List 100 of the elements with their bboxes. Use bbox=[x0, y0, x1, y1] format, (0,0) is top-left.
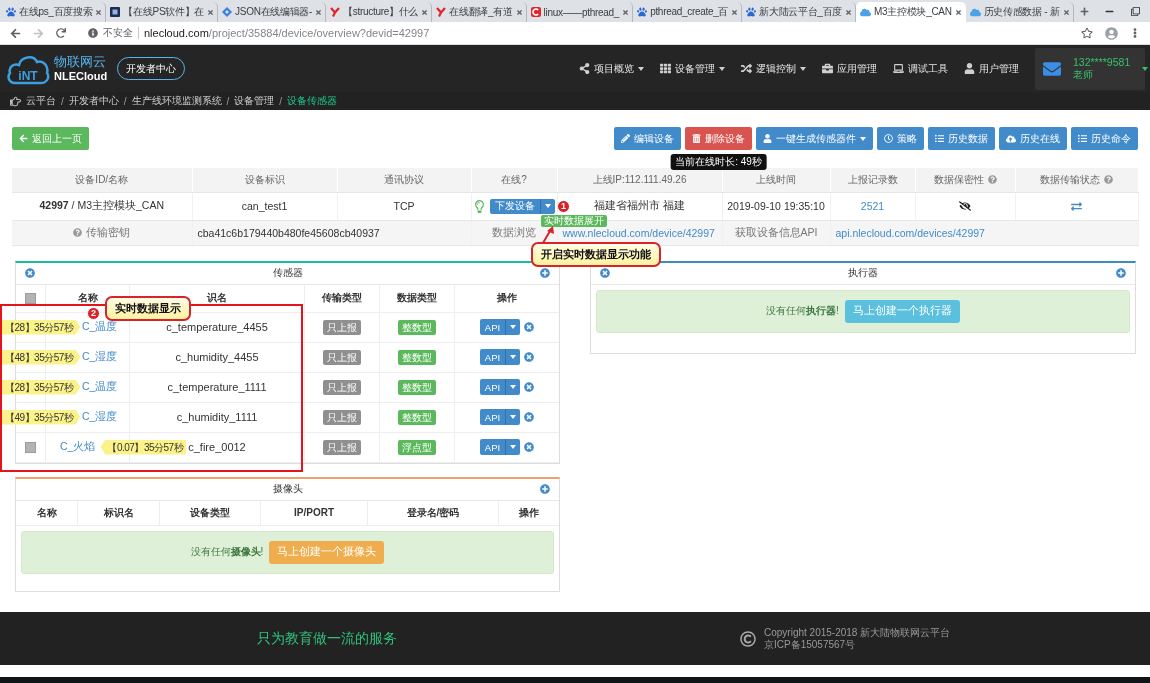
add-icon[interactable] bbox=[540, 484, 550, 494]
back-icon[interactable] bbox=[10, 27, 21, 39]
close-icon[interactable] bbox=[622, 8, 630, 16]
table-cell: can_test1 bbox=[241, 200, 288, 212]
api-dropdown-button[interactable]: API bbox=[479, 319, 521, 335]
paw-icon bbox=[637, 7, 648, 17]
breadcrumb-current[interactable]: 设备传感器 bbox=[287, 94, 338, 108]
table-cell: 2019-09-10 19:35:10 bbox=[727, 200, 825, 212]
crescent-icon bbox=[530, 7, 541, 17]
help-icon[interactable] bbox=[987, 175, 997, 185]
action-button[interactable]: 历史命令 bbox=[1071, 127, 1138, 150]
nav-menu-item[interactable]: 逻辑控制 bbox=[741, 61, 806, 76]
api-dropdown-button[interactable]: API bbox=[479, 409, 521, 425]
close-icon[interactable] bbox=[954, 8, 962, 16]
user-role: 老师 bbox=[1073, 68, 1094, 82]
restore-icon[interactable] bbox=[1130, 6, 1140, 16]
star-icon[interactable] bbox=[1081, 27, 1093, 39]
api-dropdown-button[interactable]: API bbox=[479, 349, 521, 365]
breadcrumb-link[interactable]: 云平台 bbox=[26, 94, 56, 108]
remove-icon[interactable] bbox=[524, 322, 535, 332]
column-header: 识名 bbox=[207, 291, 227, 305]
action-button[interactable]: 历史在线 bbox=[999, 127, 1067, 150]
checkbox[interactable] bbox=[25, 441, 36, 453]
caret-icon bbox=[510, 415, 517, 419]
alert-message: 没有任何执行器! bbox=[766, 304, 839, 318]
api-dropdown-button[interactable]: API bbox=[479, 439, 521, 455]
sensor-name-link[interactable]: C_温度 bbox=[82, 320, 118, 334]
remove-icon[interactable] bbox=[524, 352, 535, 362]
add-icon[interactable] bbox=[1116, 268, 1126, 278]
link[interactable]: api.nlecloud.com/devices/42997 bbox=[835, 226, 985, 239]
remove-icon[interactable] bbox=[600, 268, 610, 278]
panel-title: 传感器 bbox=[272, 266, 303, 280]
close-icon[interactable] bbox=[421, 8, 429, 16]
realtime-value-tag: 【28】35分57秒 bbox=[2, 319, 81, 335]
nav-menu-item[interactable]: 用户管理 bbox=[964, 61, 1019, 76]
close-icon[interactable] bbox=[315, 8, 323, 16]
close-icon[interactable] bbox=[845, 8, 853, 16]
field-label: 数据浏览 bbox=[492, 225, 536, 240]
eye-off-icon[interactable] bbox=[959, 200, 971, 212]
action-button[interactable]: 历史数据 bbox=[928, 127, 995, 150]
envelope-icon bbox=[1043, 59, 1061, 78]
close-icon[interactable] bbox=[207, 8, 215, 16]
caret-icon bbox=[510, 325, 517, 329]
grid-icon bbox=[660, 63, 671, 74]
remove-icon[interactable] bbox=[524, 442, 535, 452]
link[interactable]: www.nlecloud.com/device/42997 bbox=[562, 226, 715, 239]
column-header: 设备标识 bbox=[244, 172, 285, 187]
close-icon[interactable] bbox=[515, 8, 523, 16]
breadcrumb-link[interactable]: 生产线环境监测系统 bbox=[131, 94, 222, 108]
sensor-name-link[interactable]: C_温度 bbox=[82, 380, 118, 394]
nav-menu-item[interactable]: 应用管理 bbox=[822, 61, 877, 76]
browser-tab[interactable]: M3主控模块_CAN bbox=[856, 2, 966, 22]
paw-icon bbox=[6, 7, 16, 17]
nav-menu-item[interactable]: 设备管理 bbox=[660, 61, 725, 76]
field-label: 传输密钥 bbox=[86, 225, 131, 240]
pointing-hand-icon bbox=[10, 95, 21, 107]
record-count-link[interactable]: 2521 bbox=[860, 200, 885, 212]
api-dropdown-button[interactable]: API bbox=[479, 379, 521, 395]
info-icon[interactable] bbox=[88, 28, 98, 38]
reload-icon[interactable] bbox=[56, 28, 66, 38]
help-icon[interactable] bbox=[1104, 175, 1113, 185]
remove-icon[interactable] bbox=[524, 382, 535, 392]
column-header: 上报记录数 bbox=[847, 172, 898, 187]
sensor-name-link[interactable]: C_火焰 bbox=[60, 440, 96, 454]
list-icon bbox=[935, 134, 944, 143]
close-icon[interactable] bbox=[95, 8, 103, 16]
breadcrumb-link[interactable]: 设备管理 bbox=[234, 94, 275, 108]
column-header: 数据保密性 bbox=[933, 172, 984, 187]
column-header: 传输类型 bbox=[322, 291, 362, 305]
add-icon[interactable] bbox=[540, 268, 550, 278]
nav-menu-item[interactable]: 调试工具 bbox=[893, 61, 948, 76]
user-icon bbox=[763, 134, 772, 143]
transfer-type-label: 只上报 bbox=[323, 409, 361, 425]
breadcrumb-link[interactable]: 开发者中心 bbox=[68, 94, 119, 108]
address-field[interactable]: nlecloud.com/project/35884/device/overview?devid=42997 bbox=[144, 27, 430, 39]
sensor-name-link[interactable]: C_湿度 bbox=[82, 350, 118, 364]
new-tab-icon[interactable] bbox=[1079, 6, 1089, 16]
table-cell: c_fire_0012 bbox=[188, 441, 246, 453]
column-header: 通讯协议 bbox=[384, 172, 424, 187]
remove-icon[interactable] bbox=[524, 412, 535, 422]
remove-icon[interactable] bbox=[25, 268, 35, 278]
alert-message: 没有任何摄像头! bbox=[190, 545, 264, 559]
sensor-name-link[interactable]: C_湿度 bbox=[82, 410, 118, 424]
fork-icon bbox=[436, 7, 447, 17]
action-button[interactable]: 策略 bbox=[877, 127, 924, 150]
action-button[interactable]: 删除设备 bbox=[685, 127, 752, 150]
send-dropdown-button[interactable]: 下发设备 bbox=[490, 198, 555, 214]
account-icon[interactable] bbox=[1105, 26, 1118, 40]
help-icon[interactable] bbox=[73, 228, 83, 237]
action-button[interactable]: 一键生成传感器件 bbox=[756, 127, 873, 150]
exchange-arrows-icon[interactable] bbox=[1071, 200, 1082, 212]
action-button[interactable]: 编辑设备 bbox=[614, 127, 681, 150]
close-icon[interactable] bbox=[1062, 8, 1070, 16]
user-panel[interactable]: 132****9581 老师 bbox=[1035, 47, 1145, 90]
panel-title: 摄像头 bbox=[272, 482, 303, 496]
column-header: 上线IP:112.111.49.26 bbox=[592, 172, 687, 187]
checkbox[interactable] bbox=[25, 292, 36, 304]
nav-menu-item[interactable]: 项目概览 bbox=[579, 61, 644, 76]
fork-icon bbox=[330, 7, 341, 17]
close-icon[interactable] bbox=[731, 8, 739, 16]
